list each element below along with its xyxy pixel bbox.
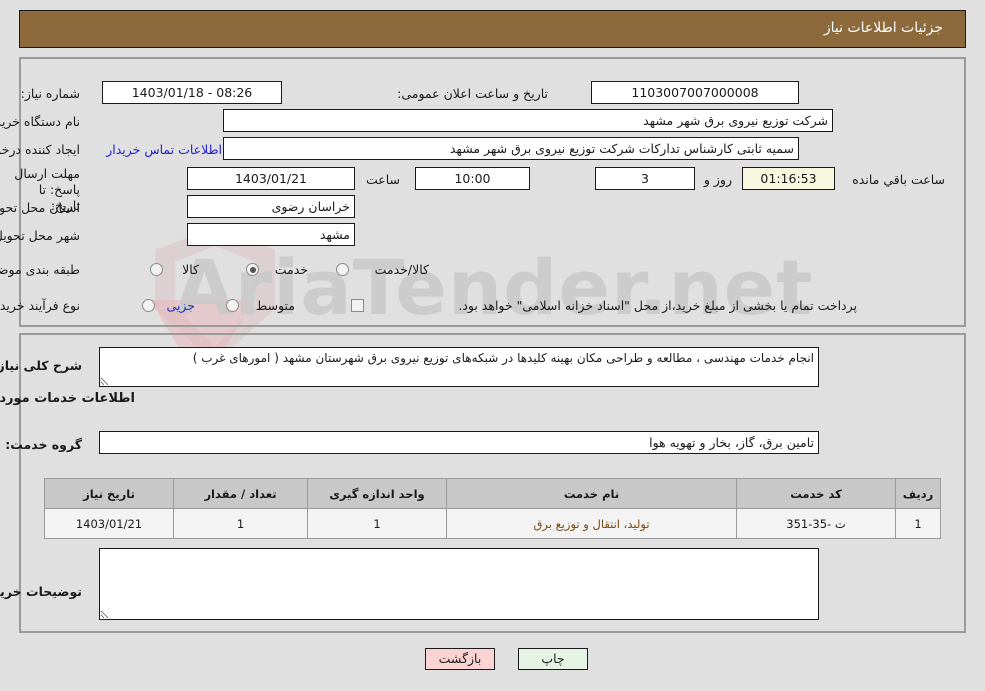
print-button[interactable]: چاپ bbox=[518, 648, 588, 670]
buyer-org-field: شرکت توزیع نیروی برق شهر مشهد bbox=[223, 109, 833, 132]
category-label-kala-khedmat: کالا/خدمت bbox=[374, 262, 429, 277]
general-description-label: شرح کلی نیاز: bbox=[0, 358, 82, 373]
purchase-radio-motevaset[interactable] bbox=[226, 299, 239, 312]
page-title: جزئیات اطلاعات نیاز bbox=[823, 20, 943, 36]
th-row-no: ردیف bbox=[895, 478, 941, 509]
th-need-date: تاریخ نیاز bbox=[44, 478, 174, 509]
treasury-documents-label: پرداخت تمام یا بخشی از مبلغ خرید،از محل … bbox=[458, 298, 857, 313]
th-service-code: کد خدمت bbox=[736, 478, 896, 509]
buyer-notes-textarea[interactable] bbox=[99, 548, 819, 620]
category-radio-kala-khedmat[interactable] bbox=[336, 263, 349, 276]
purchase-radio-jozei[interactable] bbox=[142, 299, 155, 312]
th-quantity: تعداد / مقدار bbox=[173, 478, 308, 509]
province-field: خراسان رضوی bbox=[187, 195, 355, 218]
cell-unit: 1 bbox=[307, 508, 447, 539]
countdown-label: ساعت باقي مانده bbox=[852, 172, 945, 187]
city-label: شهر محل تحویل: bbox=[0, 228, 80, 243]
page-title-bar: جزئیات اطلاعات نیاز bbox=[19, 10, 966, 48]
cell-row-no: 1 bbox=[895, 508, 941, 539]
back-button[interactable]: بازگشت bbox=[425, 648, 495, 670]
announce-datetime-field: 1403/01/18 - 08:26 bbox=[102, 81, 282, 104]
purchase-label-motevaset: متوسط bbox=[255, 298, 295, 313]
days-label: روز و bbox=[703, 172, 732, 187]
cell-service-name: تولید، انتقال و توزیع برق bbox=[446, 508, 737, 539]
purchase-type-label: نوع فرآیند خرید : bbox=[0, 298, 80, 313]
th-unit: واحد اندازه گیری bbox=[307, 478, 447, 509]
deadline-date-field: 1403/01/21 bbox=[187, 167, 355, 190]
service-group-label: گروه خدمت: bbox=[5, 437, 82, 452]
buyer-org-label: نام دستگاه خریدار: bbox=[0, 114, 80, 129]
announce-datetime-label: تاریخ و ساعت اعلان عمومی: bbox=[397, 86, 548, 101]
category-label-khedmat: خدمت bbox=[274, 262, 308, 277]
service-group-field: تامین برق، گاز، بخار و تهویه هوا bbox=[99, 431, 819, 454]
requester-label: ایجاد کننده درخواست: bbox=[0, 142, 80, 157]
need-number-label: شماره نیاز: bbox=[20, 86, 80, 101]
days-remaining-field: 3 bbox=[595, 167, 695, 190]
th-service-name: نام خدمت bbox=[446, 478, 737, 509]
purchase-label-jozei: جزیی bbox=[166, 298, 195, 313]
deadline-time-label: ساعت bbox=[365, 172, 400, 187]
page-root: AriaTender.net جزئیات اطلاعات نیاز شماره… bbox=[0, 0, 985, 691]
buyer-notes-label: توضیحات خریدار: bbox=[0, 584, 82, 599]
deadline-time-field: 10:00 bbox=[415, 167, 530, 190]
cell-need-date: 1403/01/21 bbox=[44, 508, 174, 539]
services-table: ردیف کد خدمت نام خدمت واحد اندازه گیری ت… bbox=[44, 478, 941, 539]
category-label: طبقه بندی موضوعی: bbox=[0, 262, 80, 277]
treasury-documents-checkbox[interactable] bbox=[351, 299, 364, 312]
countdown-field: 01:16:53 bbox=[742, 167, 835, 190]
province-label: استان محل تحویل: bbox=[0, 200, 80, 215]
category-label-kala: کالا bbox=[182, 262, 199, 277]
table-header-row: ردیف کد خدمت نام خدمت واحد اندازه گیری ت… bbox=[44, 478, 941, 509]
services-heading: اطلاعات خدمات مورد نیاز bbox=[0, 391, 135, 406]
general-description-textarea[interactable] bbox=[99, 347, 819, 387]
city-field: مشهد bbox=[187, 223, 355, 246]
cell-service-code: ت -35-351 bbox=[736, 508, 896, 539]
table-row: 1 ت -35-351 تولید، انتقال و توزیع برق 1 … bbox=[44, 508, 941, 539]
category-radio-kala[interactable] bbox=[150, 263, 163, 276]
requester-field: سمیه ثابتی کارشناس تدارکات شرکت توزیع نی… bbox=[223, 137, 799, 160]
category-radio-khedmat[interactable] bbox=[246, 263, 259, 276]
need-number-field: 1103007007000008 bbox=[591, 81, 799, 104]
buyer-contact-link[interactable]: اطلاعات تماس خریدار bbox=[106, 142, 222, 158]
cell-quantity: 1 bbox=[173, 508, 308, 539]
